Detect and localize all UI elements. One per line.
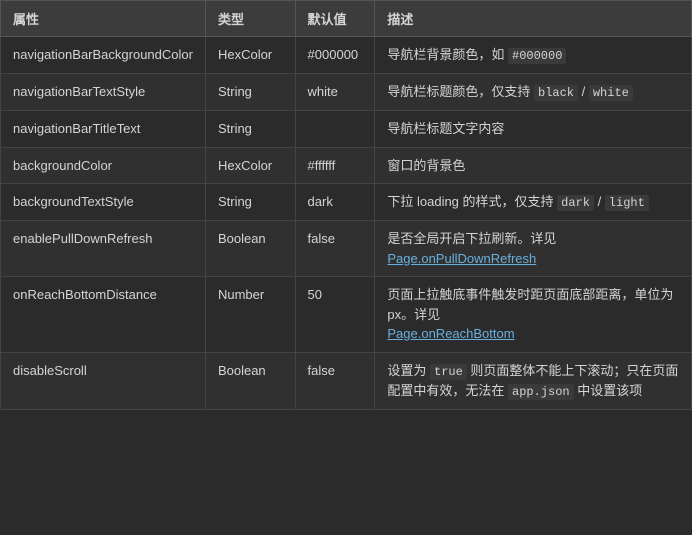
cell-property: backgroundTextStyle — [1, 184, 206, 221]
cell-type: String — [205, 184, 295, 221]
table-row: onReachBottomDistanceNumber50页面上拉触底事件触发时… — [1, 277, 692, 353]
cell-type: String — [205, 111, 295, 148]
properties-table: 属性 类型 默认值 描述 navigationBarBackgroundColo… — [0, 0, 692, 410]
cell-desc: 窗口的背景色 — [375, 147, 692, 184]
cell-default: false — [295, 352, 375, 409]
table-row: navigationBarTitleTextString 导航栏标题文字内容 — [1, 111, 692, 148]
table-row: backgroundColorHexColor#ffffff窗口的背景色 — [1, 147, 692, 184]
link-reachbottom[interactable]: Page.onReachBottom — [387, 326, 514, 341]
cell-desc: 导航栏背景颜色，如 #000000 — [375, 37, 692, 74]
link-pulldownrefresh[interactable]: Page.onPullDownRefresh — [387, 251, 536, 266]
header-type: 类型 — [205, 1, 295, 37]
cell-default: white — [295, 74, 375, 111]
cell-desc: 导航栏标题颜色，仅支持 black / white — [375, 74, 692, 111]
table-row: navigationBarBackgroundColorHexColor#000… — [1, 37, 692, 74]
cell-type: Boolean — [205, 221, 295, 277]
table-row: backgroundTextStyleStringdark下拉 loading … — [1, 184, 692, 221]
cell-type: Boolean — [205, 352, 295, 409]
cell-type: String — [205, 74, 295, 111]
cell-property: navigationBarTextStyle — [1, 74, 206, 111]
header-default: 默认值 — [295, 1, 375, 37]
cell-property: onReachBottomDistance — [1, 277, 206, 353]
table-header-row: 属性 类型 默认值 描述 — [1, 1, 692, 37]
cell-property: disableScroll — [1, 352, 206, 409]
cell-type: HexColor — [205, 37, 295, 74]
cell-property: backgroundColor — [1, 147, 206, 184]
cell-property: enablePullDownRefresh — [1, 221, 206, 277]
cell-property: navigationBarTitleText — [1, 111, 206, 148]
table-row: disableScrollBooleanfalse设置为 true 则页面整体不… — [1, 352, 692, 409]
cell-default: dark — [295, 184, 375, 221]
cell-desc: 设置为 true 则页面整体不能上下滚动；只在页面配置中有效，无法在 app.j… — [375, 352, 692, 409]
table-row: navigationBarTextStyleStringwhite导航栏标题颜色… — [1, 74, 692, 111]
cell-type: Number — [205, 277, 295, 353]
header-desc: 描述 — [375, 1, 692, 37]
table-row: enablePullDownRefreshBooleanfalse是否全局开启下… — [1, 221, 692, 277]
cell-default: #000000 — [295, 37, 375, 74]
cell-desc: 导航栏标题文字内容 — [375, 111, 692, 148]
cell-desc: 是否全局开启下拉刷新。详见Page.onPullDownRefresh — [375, 221, 692, 277]
cell-default — [295, 111, 375, 148]
header-property: 属性 — [1, 1, 206, 37]
cell-default: false — [295, 221, 375, 277]
cell-property: navigationBarBackgroundColor — [1, 37, 206, 74]
table-container: 属性 类型 默认值 描述 navigationBarBackgroundColo… — [0, 0, 692, 410]
cell-desc: 页面上拉触底事件触发时距页面底部距离，单位为px。详见Page.onReachB… — [375, 277, 692, 353]
cell-default: #ffffff — [295, 147, 375, 184]
cell-default: 50 — [295, 277, 375, 353]
cell-desc: 下拉 loading 的样式，仅支持 dark / light — [375, 184, 692, 221]
cell-type: HexColor — [205, 147, 295, 184]
